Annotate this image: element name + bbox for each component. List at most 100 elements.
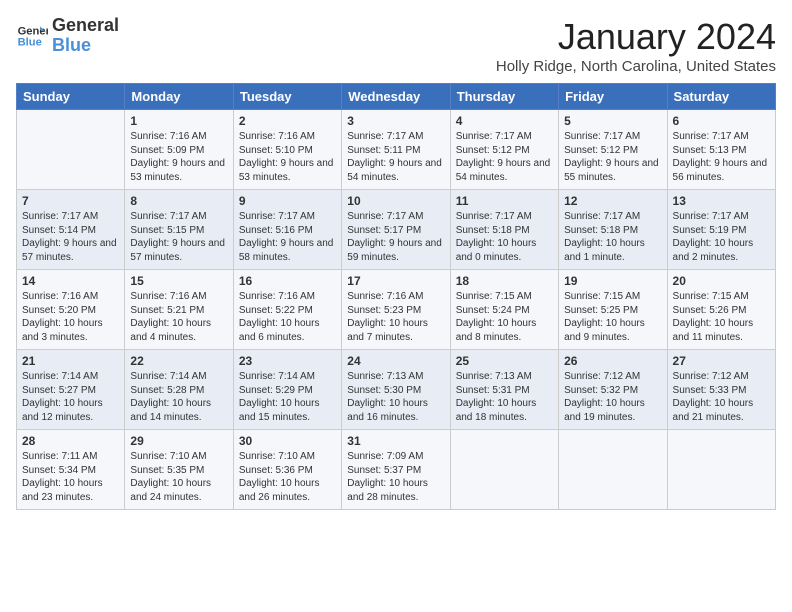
col-monday: Monday	[125, 84, 233, 110]
daylight-text: Daylight: 10 hours and 4 minutes.	[130, 317, 227, 344]
calendar-body: 1 Sunrise: 7:16 AM Sunset: 5:09 PM Dayli…	[17, 110, 776, 510]
sunrise-text: Sunrise: 7:11 AM	[22, 450, 119, 464]
day-cell: 14 Sunrise: 7:16 AM Sunset: 5:20 PM Dayl…	[17, 270, 125, 350]
sunset-text: Sunset: 5:29 PM	[239, 384, 336, 398]
col-sunday: Sunday	[17, 84, 125, 110]
day-number: 11	[456, 194, 553, 208]
daylight-text: Daylight: 10 hours and 28 minutes.	[347, 477, 444, 504]
day-cell: 23 Sunrise: 7:14 AM Sunset: 5:29 PM Dayl…	[233, 350, 341, 430]
day-number: 6	[673, 114, 770, 128]
day-info: Sunrise: 7:17 AM Sunset: 5:13 PM Dayligh…	[673, 130, 770, 184]
day-info: Sunrise: 7:16 AM Sunset: 5:21 PM Dayligh…	[130, 290, 227, 344]
sunrise-text: Sunrise: 7:17 AM	[673, 130, 770, 144]
day-number: 19	[564, 274, 661, 288]
daylight-text: Daylight: 10 hours and 0 minutes.	[456, 237, 553, 264]
sunrise-text: Sunrise: 7:09 AM	[347, 450, 444, 464]
day-number: 3	[347, 114, 444, 128]
day-info: Sunrise: 7:15 AM Sunset: 5:24 PM Dayligh…	[456, 290, 553, 344]
sunrise-text: Sunrise: 7:12 AM	[564, 370, 661, 384]
col-thursday: Thursday	[450, 84, 558, 110]
daylight-text: Daylight: 10 hours and 3 minutes.	[22, 317, 119, 344]
day-cell: 7 Sunrise: 7:17 AM Sunset: 5:14 PM Dayli…	[17, 190, 125, 270]
day-info: Sunrise: 7:17 AM Sunset: 5:18 PM Dayligh…	[456, 210, 553, 264]
calendar-title: January 2024	[496, 16, 776, 58]
sunset-text: Sunset: 5:15 PM	[130, 224, 227, 238]
sunset-text: Sunset: 5:26 PM	[673, 304, 770, 318]
day-number: 24	[347, 354, 444, 368]
day-cell: 19 Sunrise: 7:15 AM Sunset: 5:25 PM Dayl…	[559, 270, 667, 350]
daylight-text: Daylight: 10 hours and 15 minutes.	[239, 397, 336, 424]
day-info: Sunrise: 7:10 AM Sunset: 5:35 PM Dayligh…	[130, 450, 227, 504]
day-info: Sunrise: 7:16 AM Sunset: 5:09 PM Dayligh…	[130, 130, 227, 184]
day-info: Sunrise: 7:13 AM Sunset: 5:31 PM Dayligh…	[456, 370, 553, 424]
sunrise-text: Sunrise: 7:16 AM	[130, 290, 227, 304]
sunset-text: Sunset: 5:20 PM	[22, 304, 119, 318]
daylight-text: Daylight: 10 hours and 8 minutes.	[456, 317, 553, 344]
sunrise-text: Sunrise: 7:17 AM	[564, 130, 661, 144]
sunrise-text: Sunrise: 7:17 AM	[673, 210, 770, 224]
daylight-text: Daylight: 10 hours and 2 minutes.	[673, 237, 770, 264]
day-number: 23	[239, 354, 336, 368]
logo: General Blue GeneralBlue	[16, 16, 119, 56]
sunset-text: Sunset: 5:22 PM	[239, 304, 336, 318]
daylight-text: Daylight: 10 hours and 16 minutes.	[347, 397, 444, 424]
day-cell: 3 Sunrise: 7:17 AM Sunset: 5:11 PM Dayli…	[342, 110, 450, 190]
day-number: 13	[673, 194, 770, 208]
day-cell: 4 Sunrise: 7:17 AM Sunset: 5:12 PM Dayli…	[450, 110, 558, 190]
svg-text:Blue: Blue	[18, 36, 42, 48]
sunrise-text: Sunrise: 7:15 AM	[673, 290, 770, 304]
sunset-text: Sunset: 5:27 PM	[22, 384, 119, 398]
day-cell: 18 Sunrise: 7:15 AM Sunset: 5:24 PM Dayl…	[450, 270, 558, 350]
day-info: Sunrise: 7:17 AM Sunset: 5:19 PM Dayligh…	[673, 210, 770, 264]
day-cell: 17 Sunrise: 7:16 AM Sunset: 5:23 PM Dayl…	[342, 270, 450, 350]
day-info: Sunrise: 7:12 AM Sunset: 5:33 PM Dayligh…	[673, 370, 770, 424]
sunset-text: Sunset: 5:10 PM	[239, 144, 336, 158]
day-cell: 25 Sunrise: 7:13 AM Sunset: 5:31 PM Dayl…	[450, 350, 558, 430]
day-info: Sunrise: 7:17 AM Sunset: 5:12 PM Dayligh…	[564, 130, 661, 184]
sunset-text: Sunset: 5:28 PM	[130, 384, 227, 398]
sunset-text: Sunset: 5:12 PM	[564, 144, 661, 158]
daylight-text: Daylight: 10 hours and 24 minutes.	[130, 477, 227, 504]
daylight-text: Daylight: 9 hours and 59 minutes.	[347, 237, 444, 264]
sunrise-text: Sunrise: 7:17 AM	[347, 210, 444, 224]
day-cell	[17, 110, 125, 190]
sunset-text: Sunset: 5:31 PM	[456, 384, 553, 398]
sunrise-text: Sunrise: 7:13 AM	[456, 370, 553, 384]
day-cell: 16 Sunrise: 7:16 AM Sunset: 5:22 PM Dayl…	[233, 270, 341, 350]
sunrise-text: Sunrise: 7:13 AM	[347, 370, 444, 384]
day-info: Sunrise: 7:17 AM Sunset: 5:16 PM Dayligh…	[239, 210, 336, 264]
day-cell: 12 Sunrise: 7:17 AM Sunset: 5:18 PM Dayl…	[559, 190, 667, 270]
day-info: Sunrise: 7:16 AM Sunset: 5:23 PM Dayligh…	[347, 290, 444, 344]
sunrise-text: Sunrise: 7:14 AM	[130, 370, 227, 384]
day-number: 20	[673, 274, 770, 288]
col-tuesday: Tuesday	[233, 84, 341, 110]
week-row: 28 Sunrise: 7:11 AM Sunset: 5:34 PM Dayl…	[17, 430, 776, 510]
day-info: Sunrise: 7:17 AM Sunset: 5:11 PM Dayligh…	[347, 130, 444, 184]
day-cell: 21 Sunrise: 7:14 AM Sunset: 5:27 PM Dayl…	[17, 350, 125, 430]
header-row: Sunday Monday Tuesday Wednesday Thursday…	[17, 84, 776, 110]
week-row: 7 Sunrise: 7:17 AM Sunset: 5:14 PM Dayli…	[17, 190, 776, 270]
day-number: 14	[22, 274, 119, 288]
day-cell: 30 Sunrise: 7:10 AM Sunset: 5:36 PM Dayl…	[233, 430, 341, 510]
sunset-text: Sunset: 5:36 PM	[239, 464, 336, 478]
day-info: Sunrise: 7:14 AM Sunset: 5:29 PM Dayligh…	[239, 370, 336, 424]
svg-text:General: General	[18, 25, 48, 37]
day-info: Sunrise: 7:11 AM Sunset: 5:34 PM Dayligh…	[22, 450, 119, 504]
day-number: 22	[130, 354, 227, 368]
day-cell: 28 Sunrise: 7:11 AM Sunset: 5:34 PM Dayl…	[17, 430, 125, 510]
daylight-text: Daylight: 10 hours and 6 minutes.	[239, 317, 336, 344]
day-cell	[450, 430, 558, 510]
daylight-text: Daylight: 10 hours and 11 minutes.	[673, 317, 770, 344]
day-number: 26	[564, 354, 661, 368]
sunrise-text: Sunrise: 7:14 AM	[239, 370, 336, 384]
day-info: Sunrise: 7:17 AM Sunset: 5:18 PM Dayligh…	[564, 210, 661, 264]
daylight-text: Daylight: 9 hours and 55 minutes.	[564, 157, 661, 184]
sunset-text: Sunset: 5:09 PM	[130, 144, 227, 158]
day-number: 15	[130, 274, 227, 288]
day-info: Sunrise: 7:12 AM Sunset: 5:32 PM Dayligh…	[564, 370, 661, 424]
day-number: 4	[456, 114, 553, 128]
sunrise-text: Sunrise: 7:16 AM	[347, 290, 444, 304]
sunset-text: Sunset: 5:35 PM	[130, 464, 227, 478]
sunset-text: Sunset: 5:13 PM	[673, 144, 770, 158]
sunset-text: Sunset: 5:23 PM	[347, 304, 444, 318]
